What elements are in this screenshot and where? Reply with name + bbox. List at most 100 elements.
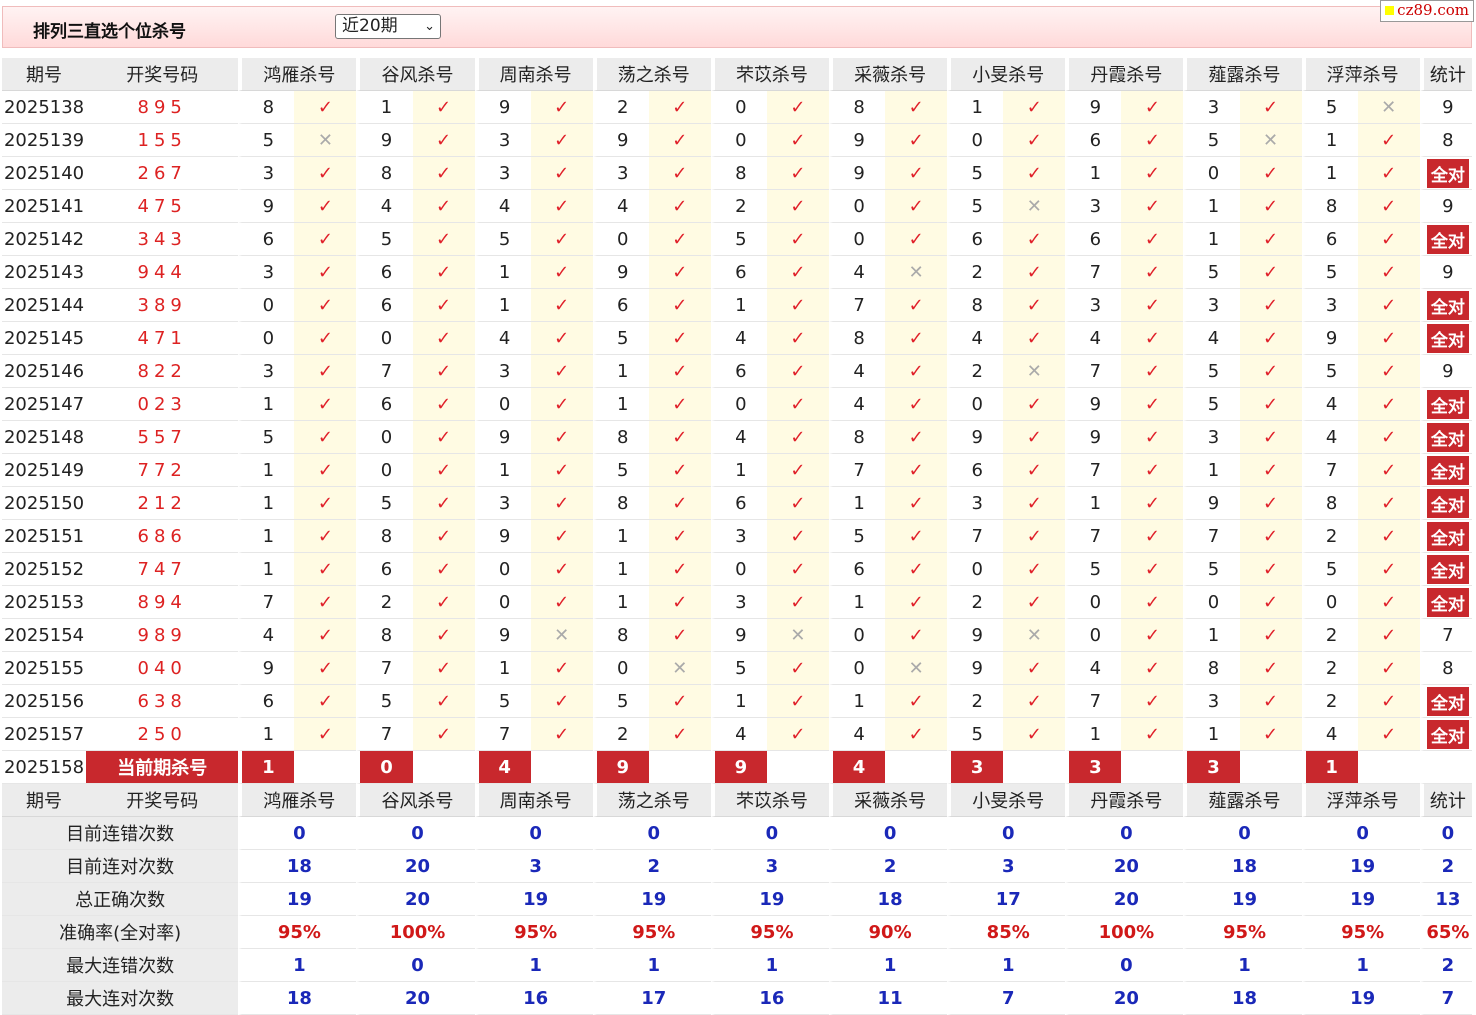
cross-icon: ✕ bbox=[766, 619, 830, 652]
check-icon: ✓ bbox=[1357, 124, 1420, 157]
all-correct-badge: 全对 bbox=[1426, 455, 1469, 485]
check-icon: ✓ bbox=[1003, 454, 1066, 487]
summary-value: 18 bbox=[829, 883, 948, 916]
table-row: 2025149 772 1 ✓ 0 ✓ 1 ✓ 5 ✓ 1 ✓ 7 ✓ 6 ✓ 7 ✓ 1 ✓ 7 ✓ 全对 bbox=[2, 454, 1472, 487]
summary-value: 11 bbox=[829, 982, 948, 1015]
kill-number: 6 bbox=[592, 289, 649, 322]
column-header-expert: 周南杀号 bbox=[474, 58, 593, 91]
summary-stat: 2 bbox=[1419, 850, 1472, 883]
check-icon: ✓ bbox=[1357, 157, 1420, 190]
kill-number: 4 bbox=[829, 718, 886, 751]
kill-number: 0 bbox=[829, 652, 886, 685]
column-header-draw: 开奖号码 bbox=[86, 784, 239, 817]
period-number: 2025148 bbox=[2, 421, 87, 454]
kill-number: 9 bbox=[592, 124, 649, 157]
current-period-row: 2025158 当前期杀号 1 0 4 9 9 4 3 3 3 1 bbox=[2, 751, 1472, 784]
kill-number: 4 bbox=[710, 322, 767, 355]
row-stat: 全对 bbox=[1419, 586, 1472, 619]
summary-value: 1 bbox=[710, 949, 830, 982]
table-row: 2025144 389 0 ✓ 6 ✓ 1 ✓ 6 ✓ 1 ✓ 7 ✓ 8 ✓ 3 ✓ 3 ✓ 3 ✓ 全对 bbox=[2, 289, 1472, 322]
check-icon: ✓ bbox=[766, 685, 830, 718]
check-icon: ✓ bbox=[1239, 157, 1302, 190]
check-icon: ✓ bbox=[766, 322, 830, 355]
kill-number: 3 bbox=[1183, 289, 1240, 322]
check-icon: ✓ bbox=[766, 718, 830, 751]
kill-number: 5 bbox=[1301, 553, 1358, 586]
check-icon: ✓ bbox=[530, 685, 593, 718]
current-kill-number: 4 bbox=[829, 751, 886, 784]
check-icon: ✓ bbox=[1239, 223, 1302, 256]
kill-number: 1 bbox=[1065, 718, 1122, 751]
draw-number: 638 bbox=[86, 685, 239, 718]
check-icon: ✓ bbox=[1121, 223, 1184, 256]
check-icon: ✓ bbox=[530, 223, 593, 256]
check-icon: ✓ bbox=[885, 322, 948, 355]
all-correct-badge: 全对 bbox=[1426, 686, 1469, 716]
check-icon: ✓ bbox=[1003, 421, 1066, 454]
row-stat: 9 bbox=[1419, 355, 1472, 388]
kill-number: 5 bbox=[710, 223, 767, 256]
check-icon: ✓ bbox=[766, 256, 830, 289]
all-correct-badge: 全对 bbox=[1426, 488, 1469, 518]
summary-value: 20 bbox=[1065, 982, 1184, 1015]
check-icon: ✓ bbox=[530, 586, 593, 619]
kill-number: 1 bbox=[1065, 487, 1122, 520]
column-header-expert: 采薇杀号 bbox=[829, 58, 948, 91]
check-icon: ✓ bbox=[1357, 652, 1420, 685]
draw-number: 822 bbox=[86, 355, 239, 388]
current-stat-empty bbox=[1419, 751, 1472, 784]
kill-number: 1 bbox=[1183, 190, 1240, 223]
draw-number: 989 bbox=[86, 619, 239, 652]
kill-number: 3 bbox=[238, 256, 295, 289]
check-icon: ✓ bbox=[1121, 355, 1184, 388]
all-correct-badge: 全对 bbox=[1426, 422, 1469, 452]
draw-number: 155 bbox=[86, 124, 239, 157]
summary-value: 19 bbox=[710, 883, 830, 916]
check-icon: ✓ bbox=[1357, 619, 1420, 652]
kill-number: 0 bbox=[1183, 586, 1240, 619]
check-icon: ✓ bbox=[1239, 256, 1302, 289]
summary-value: 0 bbox=[356, 949, 475, 982]
summary-value: 95% bbox=[474, 916, 593, 949]
check-icon: ✓ bbox=[412, 256, 475, 289]
kill-number: 8 bbox=[356, 520, 413, 553]
summary-value: 1 bbox=[1183, 949, 1302, 982]
check-icon: ✓ bbox=[412, 652, 475, 685]
summary-value: 20 bbox=[356, 883, 475, 916]
kill-number: 7 bbox=[238, 586, 295, 619]
column-header-expert: 鸿雁杀号 bbox=[238, 784, 357, 817]
current-kill-empty bbox=[1121, 751, 1184, 784]
period-range-select[interactable]: 近20期 ⌄ bbox=[335, 14, 441, 39]
kill-number: 5 bbox=[1065, 553, 1122, 586]
kill-number: 1 bbox=[710, 289, 767, 322]
check-icon: ✓ bbox=[530, 157, 593, 190]
summary-value: 19 bbox=[474, 883, 593, 916]
check-icon: ✓ bbox=[766, 388, 830, 421]
kill-number: 1 bbox=[947, 91, 1004, 124]
column-header-expert: 芣苡杀号 bbox=[710, 58, 830, 91]
table-header-row: 期号 开奖号码 鸿雁杀号 谷风杀号 周南杀号 荡之杀号 芣苡杀号 采薇杀号 小旻杀号 丹霞杀号 薤露… bbox=[2, 58, 1472, 91]
column-header-expert: 采薇杀号 bbox=[829, 784, 948, 817]
row-stat: 全对 bbox=[1419, 685, 1472, 718]
kill-number: 5 bbox=[829, 520, 886, 553]
table-row: 2025153 894 7 ✓ 2 ✓ 0 ✓ 1 ✓ 3 ✓ 1 ✓ 2 ✓ 0 ✓ 0 ✓ 0 ✓ 全对 bbox=[2, 586, 1472, 619]
row-stat: 9 bbox=[1419, 256, 1472, 289]
kill-number: 8 bbox=[592, 421, 649, 454]
kill-number: 8 bbox=[1301, 190, 1358, 223]
check-icon: ✓ bbox=[1121, 454, 1184, 487]
check-icon: ✓ bbox=[530, 652, 593, 685]
kill-number: 4 bbox=[710, 421, 767, 454]
row-stat: 9 bbox=[1419, 190, 1472, 223]
kill-number: 3 bbox=[1065, 289, 1122, 322]
check-icon: ✓ bbox=[766, 652, 830, 685]
kill-number: 4 bbox=[474, 322, 531, 355]
column-header-expert: 丹霞杀号 bbox=[1065, 58, 1184, 91]
row-stat: 全对 bbox=[1419, 322, 1472, 355]
check-icon: ✓ bbox=[648, 586, 711, 619]
check-icon: ✓ bbox=[530, 454, 593, 487]
site-logo[interactable]: cz89.com bbox=[1380, 0, 1474, 22]
current-kill-empty bbox=[294, 751, 357, 784]
summary-value: 1 bbox=[1301, 949, 1420, 982]
kill-number: 9 bbox=[238, 190, 295, 223]
kill-number: 0 bbox=[1065, 619, 1122, 652]
